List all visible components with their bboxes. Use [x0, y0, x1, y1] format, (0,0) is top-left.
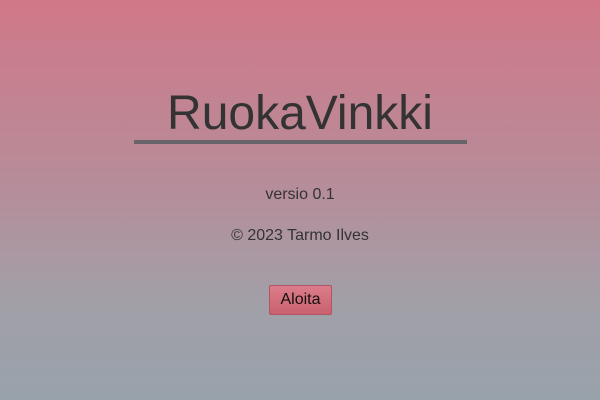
start-button[interactable]: Aloita [269, 285, 332, 315]
title-underline [134, 140, 467, 144]
start-screen: RuokaVinkki versio 0.1 © 2023 Tarmo Ilve… [0, 0, 600, 400]
version-text: versio 0.1 [265, 186, 335, 203]
copyright-text: © 2023 Tarmo Ilves [231, 227, 369, 244]
app-title: RuokaVinkki [167, 87, 433, 140]
